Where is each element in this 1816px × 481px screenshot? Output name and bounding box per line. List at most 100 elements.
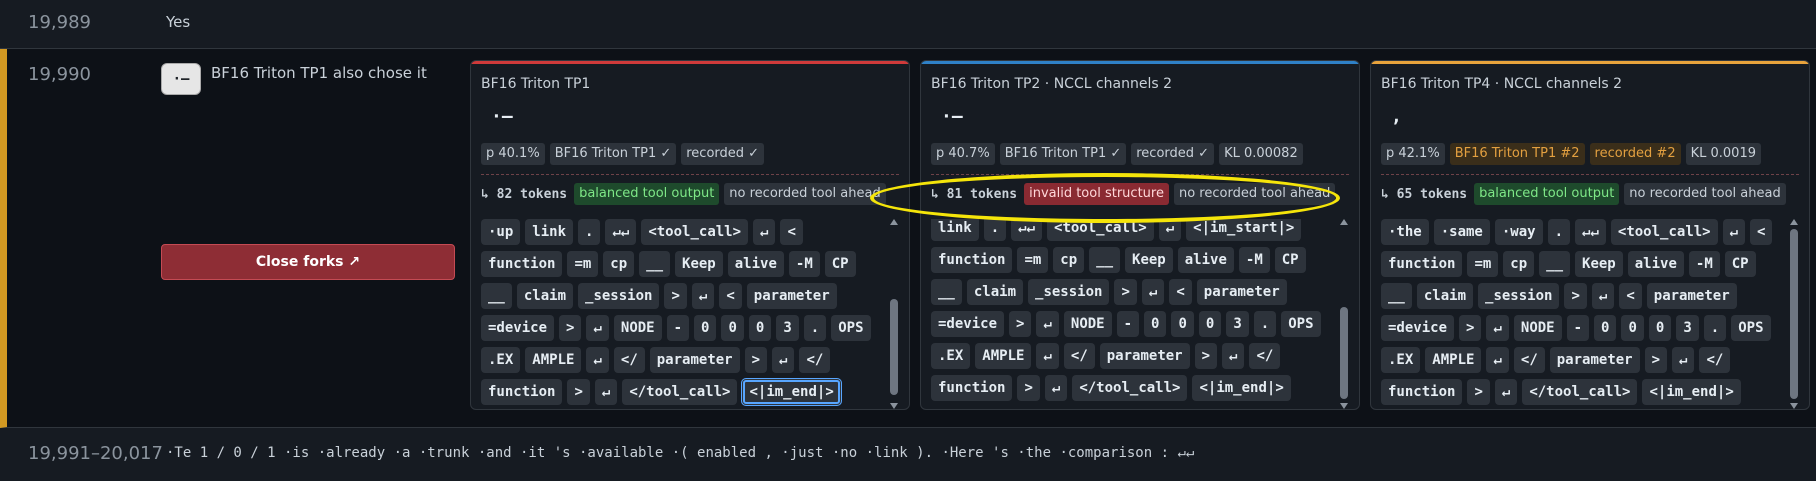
token-chip[interactable]: ↵ — [1486, 347, 1509, 373]
token-chip[interactable]: parameter — [649, 347, 740, 373]
token-chip[interactable]: ↵ — [1486, 315, 1509, 341]
token-chip[interactable]: NODE — [1063, 311, 1112, 337]
token-chip[interactable]: cp — [1503, 251, 1535, 277]
token-chip[interactable]: > — [1009, 311, 1032, 337]
token-chip[interactable]: parameter — [1099, 343, 1190, 369]
token-chip[interactable]: claim — [966, 279, 1024, 305]
token-chip[interactable]: alive — [727, 251, 784, 277]
token-chip[interactable]: <tool_call> — [1047, 219, 1154, 241]
scroll-thumb[interactable] — [1340, 307, 1348, 399]
token-chip[interactable]: - — [1566, 315, 1590, 341]
scroll-up-icon[interactable] — [890, 219, 898, 225]
scroll-thumb[interactable] — [890, 299, 898, 395]
token-chip[interactable]: > — [1644, 347, 1668, 373]
token-chip[interactable]: <|im_end|> — [1192, 375, 1291, 401]
token-chip[interactable]: 0 — [1144, 311, 1167, 337]
token-chip[interactable]: ↵ — [1222, 343, 1245, 369]
token-chip[interactable]: ·way — [1494, 219, 1543, 245]
scrollbar[interactable] — [1339, 219, 1349, 409]
token-chip[interactable]: 0 — [1171, 311, 1194, 337]
token-chip[interactable]: _session — [1028, 279, 1110, 305]
token-chip[interactable]: > — [1564, 283, 1587, 309]
token-chip[interactable]: 0 — [748, 315, 772, 341]
token-chip[interactable]: > — [1114, 279, 1137, 305]
token-chip[interactable]: ↵ — [586, 347, 609, 373]
token-chip[interactable]: 0 — [721, 315, 744, 341]
token-chip[interactable]: =m — [1017, 247, 1049, 273]
token-chip[interactable]: </ — [1063, 343, 1095, 369]
token-chip[interactable]: 3 — [1676, 315, 1699, 341]
token-chip[interactable]: <tool_call> — [641, 219, 749, 245]
scroll-up-icon[interactable] — [1340, 219, 1348, 225]
token-chip[interactable]: ↵ — [1141, 279, 1165, 305]
token-chip[interactable]: -M — [1688, 251, 1720, 277]
token-chip[interactable]: function — [481, 251, 563, 277]
token-chip[interactable]: . — [803, 315, 827, 341]
token-chip[interactable]: __ — [1539, 251, 1571, 277]
token-chip[interactable]: > — [1459, 315, 1482, 341]
token-chip[interactable]: . — [1703, 315, 1727, 341]
token-chip[interactable]: Keep — [675, 251, 723, 277]
token-chip[interactable]: < — [719, 283, 742, 309]
token-chip[interactable]: cp — [603, 251, 635, 277]
token-chip[interactable]: __ — [1089, 247, 1121, 273]
token-chip[interactable]: parameter — [1196, 279, 1287, 305]
token-chip[interactable]: =device — [1381, 315, 1455, 341]
token-chip[interactable]: ↵ — [1722, 219, 1746, 245]
token-chip[interactable]: </ — [613, 347, 645, 373]
token-chip[interactable]: claim — [516, 283, 574, 309]
token-chip[interactable]: </tool_call> — [1072, 375, 1188, 401]
token-chip[interactable]: < — [1619, 283, 1642, 309]
scroll-down-icon[interactable] — [1790, 403, 1798, 409]
token-chip[interactable]: </tool_call> — [622, 379, 738, 405]
token-chip[interactable]: cp — [1053, 247, 1085, 273]
token-chip[interactable]: </ — [1699, 347, 1731, 373]
token-chip[interactable]: <|im_start|> — [1186, 219, 1302, 241]
scroll-up-icon[interactable] — [1790, 219, 1798, 225]
token-chip[interactable]: 0 — [1648, 315, 1672, 341]
token-chip[interactable]: ↵ — [1591, 283, 1615, 309]
token-chip[interactable]: function — [481, 379, 563, 405]
token-chip[interactable]: ↵ — [753, 219, 776, 245]
token-chip[interactable]: </ — [1249, 343, 1281, 369]
token-chip[interactable]: < — [1750, 219, 1773, 245]
token-chip[interactable]: -M — [1238, 247, 1270, 273]
token-chip[interactable]: < — [780, 219, 803, 245]
token-chip[interactable]: ↵ — [691, 283, 715, 309]
token-chip[interactable]: <|im_end|> — [1642, 379, 1741, 405]
token-chip[interactable]: > — [664, 283, 687, 309]
token-chip[interactable]: OPS — [831, 315, 871, 341]
token-chip[interactable]: alive — [1627, 251, 1684, 277]
token-chip[interactable]: ↵ — [1672, 347, 1695, 373]
token-chip[interactable]: ↵ — [594, 379, 618, 405]
token-chip[interactable]: Keep — [1575, 251, 1623, 277]
token-chip[interactable]: ↵ — [1158, 219, 1182, 241]
token-chip[interactable]: ↵ — [1036, 343, 1059, 369]
token-list[interactable]: ·the ·same ·way. ↵↵ <tool_call> ↵ < function =m c… — [1381, 219, 1781, 409]
token-chip[interactable]: - — [1116, 311, 1140, 337]
token-chip[interactable]: _session — [1478, 283, 1560, 309]
token-chip[interactable]: ↵ — [772, 347, 795, 373]
token-chip[interactable]: </ — [799, 347, 831, 373]
token-chip[interactable]: =device — [931, 311, 1005, 337]
token-chip[interactable]: < — [1169, 279, 1192, 305]
token-chip[interactable]: ↵↵ — [1575, 219, 1606, 245]
token-chip[interactable]: AMPLE — [525, 347, 582, 373]
token-chip[interactable]: .EX — [1381, 347, 1421, 373]
token-chip[interactable]: parameter — [1549, 347, 1640, 373]
scroll-thumb[interactable] — [1790, 229, 1798, 399]
chosen-token-chip[interactable]: ·– — [161, 63, 201, 95]
token-chip[interactable]: .EX — [481, 347, 521, 373]
token-chip[interactable]: AMPLE — [975, 343, 1032, 369]
scrollbar[interactable] — [1789, 219, 1799, 409]
token-chip[interactable]: ·the — [1381, 219, 1429, 245]
token-chip[interactable]: > — [744, 347, 768, 373]
scrollbar[interactable] — [889, 219, 899, 409]
token-chip[interactable]: 3 — [1226, 311, 1249, 337]
scroll-down-icon[interactable] — [1340, 403, 1348, 409]
token-chip[interactable]: > — [559, 315, 582, 341]
token-chip[interactable]: . — [1547, 219, 1571, 245]
token-chip[interactable]: 0 — [694, 315, 717, 341]
token-chip[interactable]: 0 — [1198, 311, 1222, 337]
token-chip[interactable]: - — [666, 315, 690, 341]
